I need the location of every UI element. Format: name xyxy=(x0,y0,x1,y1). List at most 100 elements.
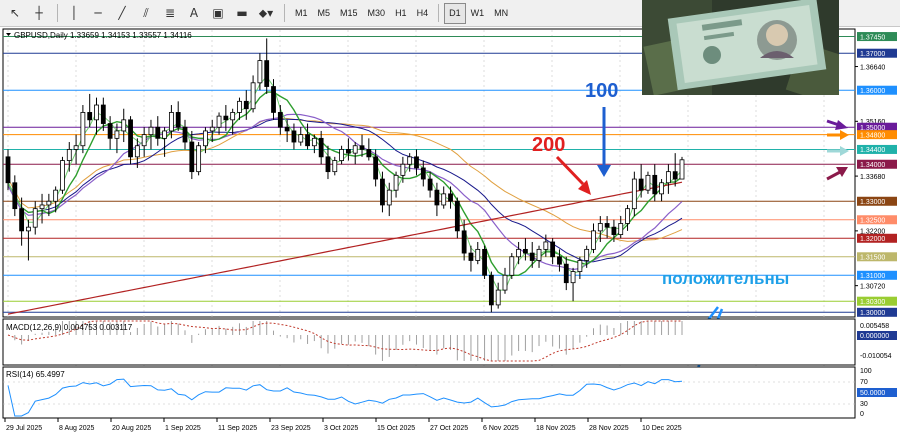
candle-bear xyxy=(271,86,276,113)
toolbar-separator xyxy=(438,4,440,22)
candle-bear xyxy=(346,149,351,154)
timeframe-m30[interactable]: M30 xyxy=(363,3,391,24)
text-tool-icon[interactable]: A xyxy=(183,3,205,24)
fibonacci-icon[interactable]: ≣ xyxy=(159,3,181,24)
cursor-icon[interactable]: ↖ xyxy=(4,3,26,24)
time-label: 11 Sep 2025 xyxy=(218,425,257,432)
time-label: 15 Oct 2025 xyxy=(377,425,415,432)
rsi-scale-30: 30 xyxy=(860,401,868,408)
price-level-label: 1.37000 xyxy=(860,51,885,58)
candle-bull xyxy=(400,163,406,176)
candle-bear xyxy=(611,226,617,235)
candle-bull xyxy=(203,130,208,147)
candle-bear xyxy=(523,248,528,254)
candle-bear xyxy=(454,200,460,232)
candle-bull xyxy=(332,160,338,173)
candle-bull xyxy=(209,126,215,132)
trendline-icon[interactable]: ╱ xyxy=(111,3,133,24)
candle-bull xyxy=(543,241,549,250)
timeframe-h1[interactable]: H1 xyxy=(390,3,412,24)
equidistant-channel-icon[interactable]: ⫽ xyxy=(135,3,157,24)
time-label: 20 Aug 2025 xyxy=(112,425,151,432)
candle-bull xyxy=(60,160,65,191)
time-label: 8 Aug 2025 xyxy=(59,425,95,432)
candle-bear xyxy=(128,119,133,158)
candle-bull xyxy=(39,204,45,210)
candle-bear xyxy=(420,167,426,180)
candle-bull xyxy=(352,145,358,154)
candle-bull xyxy=(679,159,685,180)
rsi-label: RSI(14) 65.4997 xyxy=(6,370,65,379)
candle-bear xyxy=(468,252,474,261)
candle-bear xyxy=(87,112,93,121)
candle-bull xyxy=(216,115,222,128)
candle-bull xyxy=(536,248,542,261)
candle-bull xyxy=(196,145,202,173)
candle-bull xyxy=(591,230,596,250)
candle-bull xyxy=(141,134,147,147)
candle-bull xyxy=(597,223,603,232)
annotation-positive: положительны xyxy=(662,269,789,288)
timeframe-mn[interactable]: MN xyxy=(489,3,513,24)
price-level-label: 1.32500 xyxy=(860,218,885,225)
toolbar-separator xyxy=(284,4,285,22)
candle-bull xyxy=(570,271,576,284)
shapes-icon[interactable]: ▬ xyxy=(231,3,253,24)
price-level-label: 1.32000 xyxy=(860,236,885,243)
price-scale-label: 1.36640 xyxy=(860,64,885,71)
candle-bull xyxy=(509,256,515,276)
candle-bear xyxy=(550,241,556,258)
candle-bear xyxy=(488,274,494,306)
crosshair-icon[interactable]: ┼ xyxy=(28,3,50,24)
vertical-line-icon[interactable]: │ xyxy=(63,3,85,24)
horizontal-line-icon[interactable]: ─ xyxy=(87,3,109,24)
candle-bear xyxy=(189,141,195,173)
timeframe-m1[interactable]: M1 xyxy=(290,3,313,24)
candle-bear xyxy=(434,189,440,206)
time-label: 3 Oct 2025 xyxy=(324,425,358,432)
candle-bull xyxy=(311,137,317,147)
candle-bull xyxy=(80,112,86,147)
candle-bull xyxy=(257,60,263,84)
timeframe-m5[interactable]: M5 xyxy=(313,3,336,24)
macd-scale-bottom: -0.010054 xyxy=(860,353,892,360)
candle-bear xyxy=(461,230,467,254)
annotation-100: 100 xyxy=(585,80,618,102)
time-label: 1 Sep 2025 xyxy=(165,425,201,432)
macd-label: MACD(12,26,9) 0.004753 0.003117 xyxy=(6,323,133,332)
timeframe-d1[interactable]: D1 xyxy=(444,2,466,24)
price-level-label: 1.30000 xyxy=(860,310,885,317)
candle-bull xyxy=(502,274,508,291)
timeframe-w1[interactable]: W1 xyxy=(466,3,490,24)
candle-bear xyxy=(427,178,433,191)
candle-bear xyxy=(563,263,569,284)
candle-bull xyxy=(618,223,624,235)
candle-bull xyxy=(134,145,140,158)
price-scale-label: 1.33680 xyxy=(860,174,885,181)
candle-bull xyxy=(339,149,344,161)
price-level-label: 1.34400 xyxy=(860,147,885,154)
arrows-dropdown-icon[interactable]: ⬥▾ xyxy=(255,3,277,24)
time-axis: 29 Jul 2025 8 Aug 2025 20 Aug 2025 1 Sep 20… xyxy=(4,418,682,432)
candle-bear xyxy=(155,126,161,139)
text-label-icon[interactable]: ▣ xyxy=(207,3,229,24)
rsi-scale-0: 0 xyxy=(860,411,864,418)
candle-bear xyxy=(264,60,270,87)
candle-bear xyxy=(325,156,331,173)
candle-bear xyxy=(318,137,324,158)
candle-bear xyxy=(277,112,283,128)
candle-bull xyxy=(26,226,31,232)
timeframe-h4[interactable]: H4 xyxy=(412,3,434,24)
price-level-label: 1.36000 xyxy=(860,88,885,95)
time-label: 28 Nov 2025 xyxy=(589,425,629,432)
candle-bull xyxy=(407,156,413,165)
candle-bear xyxy=(672,171,678,180)
candle-bear xyxy=(366,149,372,158)
price-level-label: 1.30300 xyxy=(860,299,885,306)
candle-bull xyxy=(577,260,583,272)
candle-bear xyxy=(604,223,610,228)
time-label: 27 Oct 2025 xyxy=(430,425,468,432)
candle-bull xyxy=(237,100,242,113)
timeframe-m15[interactable]: M15 xyxy=(335,3,363,24)
candle-bull xyxy=(584,248,590,261)
